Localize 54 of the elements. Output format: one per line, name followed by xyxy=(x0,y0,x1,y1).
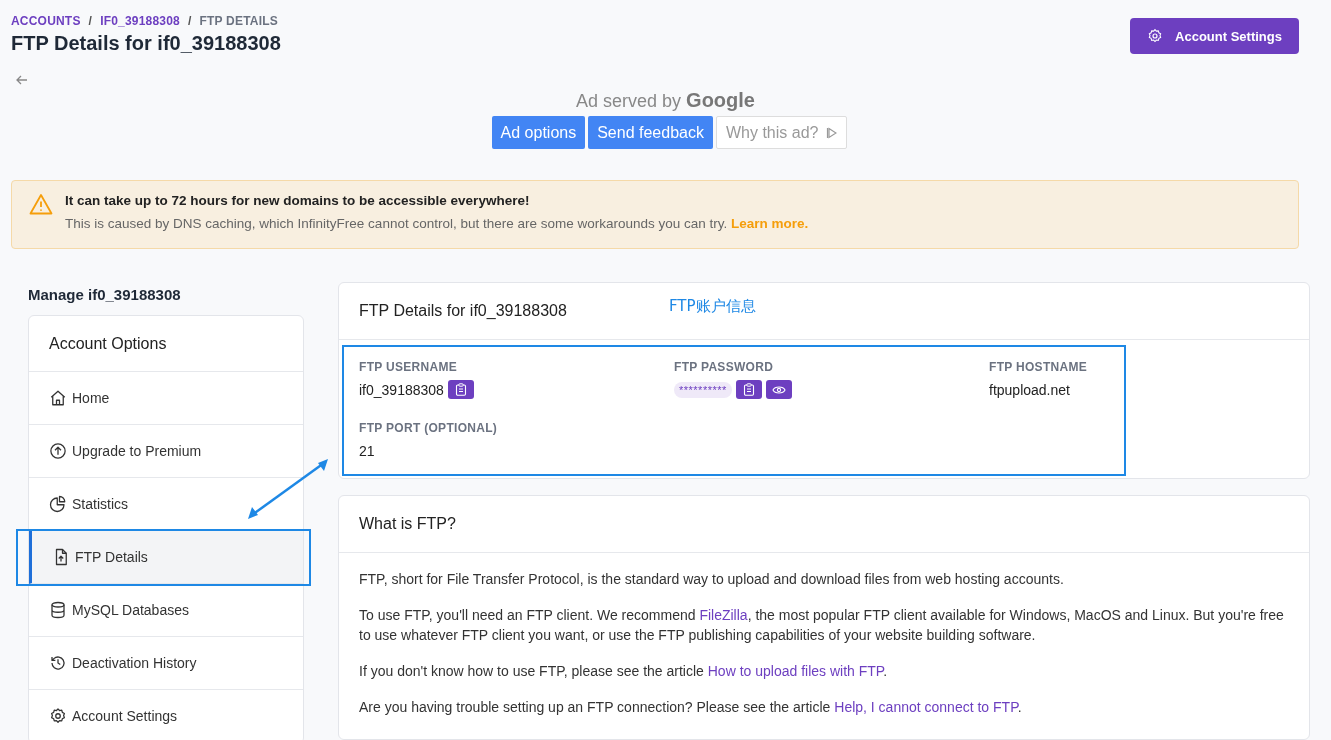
paragraph: Are you having trouble setting up an FTP connection? Please see the article Help, I cannot connect to FTP. xyxy=(359,698,1023,717)
clipboard-icon xyxy=(454,383,467,396)
sidebar-item[interactable]: MySQL Databases xyxy=(29,584,303,637)
ad-button[interactable]: Send feedback xyxy=(588,116,713,149)
warning-icon xyxy=(29,193,53,215)
article-link[interactable]: Help, I cannot connect to FTP xyxy=(834,699,1018,715)
paragraph: To use FTP, you'll need an FTP client. We recommend FileZilla, the most popular FTP client available for Windows, MacOS and Linux. But you're free to use whatever FTP client you want, or use the FTP publishing capabilities of your website building software. xyxy=(359,606,1285,645)
field-value: 21 xyxy=(359,442,375,459)
breadcrumb-separator: / xyxy=(88,14,93,28)
field-label: FTP PASSWORD xyxy=(674,360,775,374)
database-icon xyxy=(49,601,67,619)
field-label: FTP PORT (OPTIONAL) xyxy=(359,421,499,435)
field-label: FTP HOSTNAME xyxy=(989,360,1089,374)
breadcrumb-separator: / xyxy=(187,14,192,28)
pie-chart-icon xyxy=(49,495,67,513)
sidebar-item[interactable]: Account Settings xyxy=(29,690,303,740)
article-link[interactable]: How to upload files with FTP xyxy=(707,663,884,679)
masked-password: ********** xyxy=(674,381,732,398)
sidebar-heading: Manage if0_39188308 xyxy=(28,286,182,303)
clipboard-icon xyxy=(742,383,755,396)
eye-icon xyxy=(771,384,786,395)
field-value: ftpupload.net xyxy=(989,381,1070,398)
play-icon xyxy=(826,126,838,139)
show-password-button[interactable] xyxy=(765,380,792,399)
upload-circle-icon xyxy=(49,442,67,460)
article-link[interactable]: FileZilla xyxy=(699,607,748,623)
ad-caption: Ad served by Google xyxy=(576,89,755,112)
account-settings-button[interactable]: Account Settings xyxy=(1130,18,1299,54)
sidebar-item[interactable]: Deactivation History xyxy=(29,637,303,690)
copy-button[interactable] xyxy=(447,380,474,399)
breadcrumb-link[interactable]: ACCOUNTS xyxy=(11,14,81,28)
settings-icon xyxy=(1147,28,1164,44)
sidebar-title: Account Options xyxy=(29,316,303,372)
sidebar-item[interactable]: Home xyxy=(29,372,303,425)
alert-title: It can take up to 72 hours for new domains to be accessible everywhere! xyxy=(65,193,531,208)
breadcrumb-link[interactable]: IF0_39188308 xyxy=(100,14,180,28)
paragraph: If you don't know how to use FTP, please see the article How to upload files with FTP. xyxy=(359,662,889,681)
field-value: if0_39188308 xyxy=(359,381,444,398)
home-icon xyxy=(49,389,67,407)
copy-button[interactable] xyxy=(735,380,762,399)
sidebar-item[interactable]: Upgrade to Premium xyxy=(29,425,303,478)
back-arrow-icon[interactable] xyxy=(16,75,28,85)
ad-button[interactable]: Ad options xyxy=(491,116,586,149)
page-title: FTP Details for if0_39188308 xyxy=(11,32,281,55)
sidebar-item[interactable]: FTP Details xyxy=(29,531,303,584)
card-title: FTP Details for if0_39188308 xyxy=(359,302,567,319)
alert-text: This is caused by DNS caching, which InfinityFree cannot control, but there are some workarounds you can try. Learn more. xyxy=(65,216,809,231)
breadcrumb-current: FTP DETAILS xyxy=(199,14,278,28)
paragraph: FTP, short for File Transfer Protocol, is the standard way to upload and download files from web hosting accounts. xyxy=(359,570,1065,589)
history-icon xyxy=(49,654,67,672)
annotation-label: FTP账户信息 xyxy=(669,297,756,316)
field-label: FTP USERNAME xyxy=(359,360,459,374)
settings-icon xyxy=(49,707,67,725)
card-title: What is FTP? xyxy=(359,515,456,532)
